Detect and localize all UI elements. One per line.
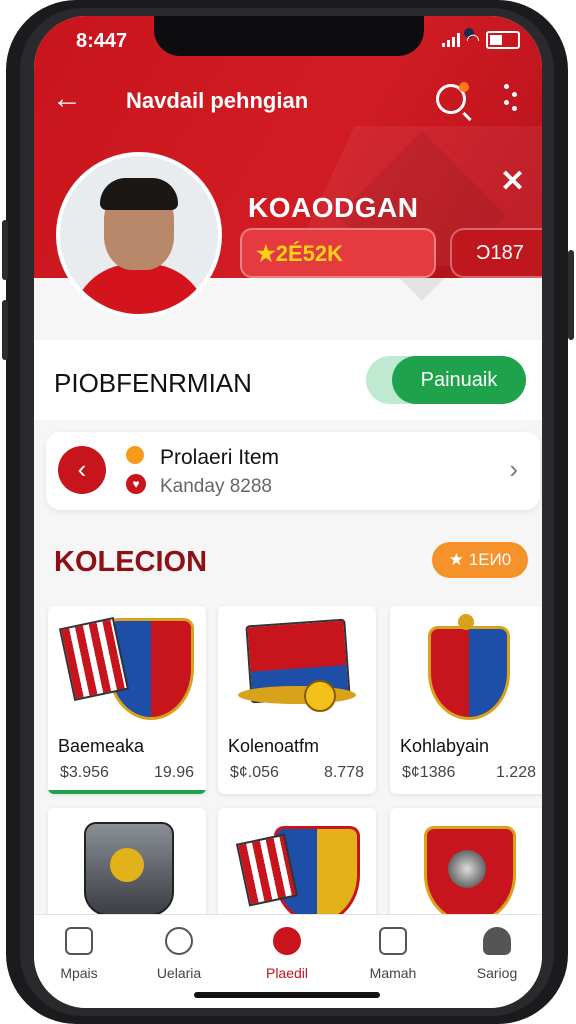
status-time: 8:447	[76, 30, 128, 52]
collection-title: KOLECION	[54, 546, 208, 578]
tab-shield[interactable]: Uelaria	[134, 927, 224, 981]
volume-up-button	[2, 220, 8, 280]
rank-badge[interactable]: ★2É52K	[240, 228, 436, 278]
pin-icon	[126, 446, 144, 464]
trophy-emblem-icon	[110, 848, 144, 882]
chevron-right-icon[interactable]: ›	[509, 454, 518, 485]
back-arrow-icon[interactable]: ←	[52, 82, 82, 116]
tab-home[interactable]: Mpais	[34, 927, 124, 981]
player-name: KOAODGAN	[248, 192, 419, 223]
more-icon[interactable]	[504, 84, 520, 114]
top-bar: ← Navdail pehngian	[34, 76, 542, 126]
card-points: 19.96	[153, 764, 194, 781]
wifi-icon: ◠	[466, 32, 480, 49]
status-icons: ◠	[442, 30, 520, 50]
ball-icon	[304, 680, 336, 712]
tab-grid[interactable]: Mamah	[348, 927, 438, 981]
volume-down-button	[2, 300, 8, 360]
card-name: Kolenoatfm	[228, 736, 320, 756]
player-shirt	[72, 264, 208, 314]
performance-title: PIOBFENRMIAN	[54, 368, 252, 398]
item-name: Prolaeri Item	[160, 446, 280, 469]
home-indicator[interactable]	[194, 992, 380, 998]
crown-icon	[458, 614, 474, 630]
power-button	[568, 250, 574, 340]
card-points: 8.778	[323, 764, 364, 781]
card-selected-bar	[48, 790, 206, 794]
collection-card[interactable]	[218, 808, 376, 928]
card-price: $3.956	[60, 764, 109, 781]
tab-label: Uelaria	[156, 965, 202, 981]
card-points: 1.228	[495, 764, 536, 781]
badge-art	[48, 606, 206, 724]
rank-value: ★2É52K	[256, 241, 343, 266]
avatar[interactable]	[56, 152, 222, 318]
card-price: $¢.056	[230, 764, 279, 781]
shield-icon	[165, 927, 193, 955]
player-photo	[60, 156, 218, 314]
tab-label: Sariog	[476, 965, 518, 981]
badge-icon	[273, 927, 301, 955]
points-badge[interactable]: Ɔ187	[450, 228, 542, 278]
signal-icon	[442, 33, 461, 47]
collection-card[interactable]: Kohlabyain $¢1386 1.228	[390, 606, 542, 794]
heart-icon: ♥	[126, 474, 146, 494]
card-name: Baemeaka	[58, 736, 145, 756]
collection-card[interactable]: Baemeaka $3.956 19.96	[48, 606, 206, 794]
close-icon[interactable]: ✕	[500, 164, 525, 199]
item-card[interactable]: ‹ ♥ Prolaeri Item Kanday 8288 ›	[46, 432, 540, 510]
collection-badge[interactable]: ★ 1EИ0	[432, 542, 528, 578]
performance-section: PIOBFENRMIAN Painuaik	[34, 340, 542, 420]
tab-label: Mpais	[60, 965, 98, 981]
badge-art	[218, 606, 376, 724]
crest-icon	[428, 626, 510, 720]
ball-icon	[448, 850, 486, 888]
collection-card[interactable]	[48, 808, 206, 928]
tab-badge[interactable]: Plaedil	[242, 927, 332, 981]
badge-art	[390, 606, 542, 724]
ribbon-icon	[238, 686, 356, 704]
battery-icon	[486, 31, 520, 49]
points-value: Ɔ187	[476, 242, 524, 264]
item-subtitle: Kanday 8288	[160, 476, 272, 497]
home-icon	[65, 927, 93, 955]
card-price: $¢1386	[402, 764, 456, 781]
card-name: Kohlabyain	[400, 736, 490, 756]
tab-label: Mamah	[369, 965, 417, 981]
camera-notch	[154, 16, 474, 56]
app-screen: 8:447 ◠ ← Navdail pehngian ✕ KOAODGAN ★2…	[34, 16, 542, 1008]
tab-label: Plaedil	[265, 965, 309, 981]
collection-card[interactable]: Kolenoatfm $¢.056 8.778	[218, 606, 376, 794]
notification-dot	[459, 82, 469, 92]
user-icon	[483, 927, 511, 955]
performance-button[interactable]: Painuaik	[392, 356, 526, 404]
collection-card[interactable]	[390, 808, 542, 928]
player-hair	[100, 178, 178, 210]
grid-icon	[379, 927, 407, 955]
chevron-left-icon[interactable]: ‹	[58, 446, 106, 494]
tab-profile[interactable]: Sariog	[452, 927, 542, 981]
page-title: Navdail pehngian	[126, 88, 309, 113]
